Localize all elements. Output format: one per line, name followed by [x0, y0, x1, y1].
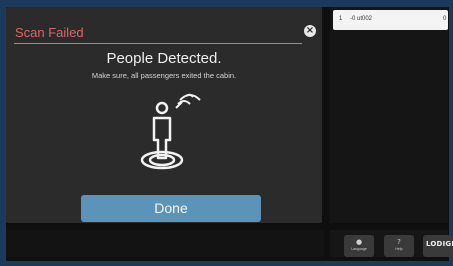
help-button[interactable]: ? Help	[384, 235, 414, 257]
company-logo: LODIGE	[423, 235, 453, 257]
language-button[interactable]: ● Language	[344, 235, 374, 257]
title-divider	[14, 43, 302, 44]
done-button[interactable]: Done	[81, 195, 261, 222]
dialog-title: Scan Failed	[15, 25, 84, 40]
bottom-bar-left	[6, 230, 324, 257]
dialog-message: Make sure, all passengers exited the cab…	[91, 71, 237, 80]
right-panel	[330, 7, 448, 223]
list-item-value: 0	[443, 16, 447, 22]
language-icon: ●	[355, 238, 363, 246]
list-item-index: 1	[339, 16, 343, 22]
list-item-label: -0 ut002	[350, 16, 373, 22]
scan-failed-dialog: Scan Failed × People Detected. Make sure…	[6, 7, 322, 223]
help-icon: ?	[397, 238, 401, 246]
help-label: Help	[395, 247, 403, 251]
language-label: Language	[351, 247, 367, 251]
logo-text: LODIGE	[426, 240, 453, 248]
list-item[interactable]: 1 -0 ut002 0	[333, 10, 448, 30]
dialog-heading: People Detected.	[106, 50, 222, 67]
close-icon[interactable]: ×	[304, 25, 316, 37]
person-scan-icon	[140, 93, 201, 170]
